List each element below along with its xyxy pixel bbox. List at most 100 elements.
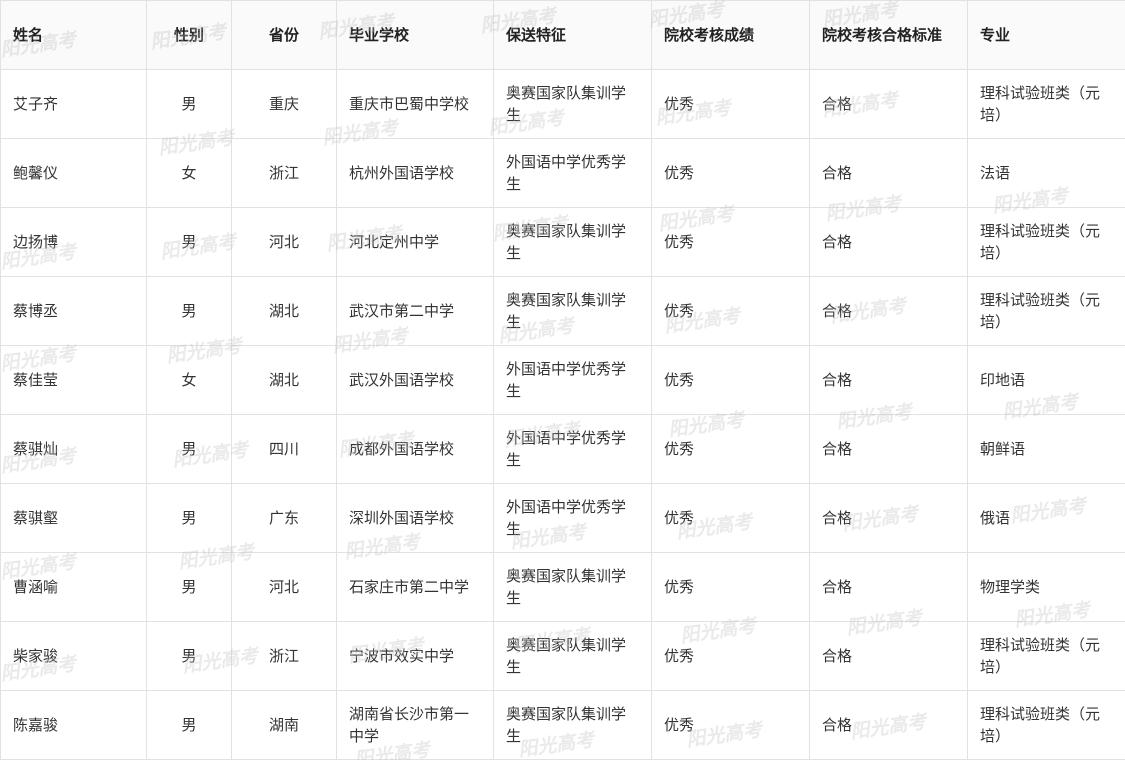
cell-province: 河北 <box>231 207 337 277</box>
cell-major: 朝鲜语 <box>967 414 1125 484</box>
cell-name: 边扬博 <box>0 207 147 277</box>
cell-name: 蔡骐壑 <box>0 483 147 553</box>
cell-gender: 男 <box>146 207 232 277</box>
cell-gender: 男 <box>146 483 232 553</box>
cell-score: 优秀 <box>651 276 810 346</box>
header-feature: 保送特征 <box>493 0 652 70</box>
cell-gender: 男 <box>146 621 232 691</box>
cell-feature: 奥赛国家队集训学生 <box>493 207 652 277</box>
cell-gender: 女 <box>146 138 232 208</box>
cell-feature: 外国语中学优秀学生 <box>493 345 652 415</box>
table-row: 蔡骐灿男四川 成都外国语学校 外国语中学优秀学生 优秀 合格 朝鲜语 <box>0 414 1125 484</box>
cell-standard: 合格 <box>809 621 968 691</box>
cell-standard: 合格 <box>809 552 968 622</box>
cell-score: 优秀 <box>651 552 810 622</box>
cell-standard: 合格 <box>809 483 968 553</box>
cell-score: 优秀 <box>651 690 810 760</box>
cell-score: 优秀 <box>651 345 810 415</box>
cell-school: 河北定州中学 <box>336 207 494 277</box>
cell-score: 优秀 <box>651 414 810 484</box>
cell-standard: 合格 <box>809 414 968 484</box>
cell-name: 鲍馨仪 <box>0 138 147 208</box>
cell-major: 理科试验班类（元培） <box>967 276 1125 346</box>
cell-school: 宁波市效实中学 <box>336 621 494 691</box>
cell-school: 武汉市第二中学 <box>336 276 494 346</box>
cell-gender: 男 <box>146 69 232 139</box>
cell-school: 重庆市巴蜀中学校 <box>336 69 494 139</box>
cell-major: 理科试验班类（元培） <box>967 621 1125 691</box>
cell-feature: 奥赛国家队集训学生 <box>493 690 652 760</box>
table-row: 陈嘉骏男湖南 湖南省长沙市第一中学 奥赛国家队集训学生 优秀 合格 理科试验班类（元培） <box>0 690 1125 760</box>
cell-standard: 合格 <box>809 69 968 139</box>
cell-feature: 奥赛国家队集训学生 <box>493 552 652 622</box>
cell-score: 优秀 <box>651 138 810 208</box>
cell-name: 曹涵喻 <box>0 552 147 622</box>
cell-feature: 外国语中学优秀学生 <box>493 138 652 208</box>
table-header-row: 姓名 性别 省份 毕业学校 保送特征 院校考核成绩 院校考核合格标准 专业 <box>0 0 1125 70</box>
cell-province: 河北 <box>231 552 337 622</box>
header-standard: 院校考核合格标准 <box>809 0 968 70</box>
header-gender: 性别 <box>146 0 232 70</box>
header-school: 毕业学校 <box>336 0 494 70</box>
table-row: 蔡骐壑男广东 深圳外国语学校 外国语中学优秀学生 优秀 合格 俄语 <box>0 483 1125 553</box>
cell-feature: 奥赛国家队集训学生 <box>493 69 652 139</box>
header-score: 院校考核成绩 <box>651 0 810 70</box>
cell-score: 优秀 <box>651 483 810 553</box>
table-row: 蔡博丞男湖北 武汉市第二中学 奥赛国家队集训学生 优秀 合格 理科试验班类（元培） <box>0 276 1125 346</box>
cell-gender: 男 <box>146 690 232 760</box>
cell-school: 武汉外国语学校 <box>336 345 494 415</box>
cell-major: 理科试验班类（元培） <box>967 69 1125 139</box>
cell-major: 法语 <box>967 138 1125 208</box>
table-row: 边扬博男河北 河北定州中学 奥赛国家队集训学生 优秀 合格 理科试验班类（元培） <box>0 207 1125 277</box>
cell-gender: 男 <box>146 276 232 346</box>
cell-school: 深圳外国语学校 <box>336 483 494 553</box>
cell-major: 理科试验班类（元培） <box>967 207 1125 277</box>
cell-province: 湖北 <box>231 276 337 346</box>
cell-province: 湖北 <box>231 345 337 415</box>
cell-school: 湖南省长沙市第一中学 <box>336 690 494 760</box>
cell-major: 理科试验班类（元培） <box>967 690 1125 760</box>
cell-score: 优秀 <box>651 69 810 139</box>
cell-province: 重庆 <box>231 69 337 139</box>
cell-standard: 合格 <box>809 345 968 415</box>
cell-name: 柴家骏 <box>0 621 147 691</box>
cell-feature: 外国语中学优秀学生 <box>493 414 652 484</box>
cell-province: 浙江 <box>231 138 337 208</box>
cell-name: 陈嘉骏 <box>0 690 147 760</box>
cell-school: 石家庄市第二中学 <box>336 552 494 622</box>
cell-feature: 奥赛国家队集训学生 <box>493 276 652 346</box>
cell-school: 杭州外国语学校 <box>336 138 494 208</box>
cell-name: 蔡骐灿 <box>0 414 147 484</box>
cell-province: 四川 <box>231 414 337 484</box>
cell-major: 俄语 <box>967 483 1125 553</box>
cell-province: 广东 <box>231 483 337 553</box>
table-row: 艾子齐男重庆 重庆市巴蜀中学校 奥赛国家队集训学生 优秀 合格 理科试验班类（元培） <box>0 69 1125 139</box>
cell-name: 艾子齐 <box>0 69 147 139</box>
cell-province: 浙江 <box>231 621 337 691</box>
cell-school: 成都外国语学校 <box>336 414 494 484</box>
cell-feature: 外国语中学优秀学生 <box>493 483 652 553</box>
cell-province: 湖南 <box>231 690 337 760</box>
table-row: 柴家骏男浙江 宁波市效实中学 奥赛国家队集训学生 优秀 合格 理科试验班类（元培） <box>0 621 1125 691</box>
cell-major: 印地语 <box>967 345 1125 415</box>
cell-standard: 合格 <box>809 276 968 346</box>
cell-name: 蔡博丞 <box>0 276 147 346</box>
cell-gender: 男 <box>146 414 232 484</box>
cell-score: 优秀 <box>651 621 810 691</box>
cell-standard: 合格 <box>809 207 968 277</box>
cell-feature: 奥赛国家队集训学生 <box>493 621 652 691</box>
cell-gender: 男 <box>146 552 232 622</box>
cell-major: 物理学类 <box>967 552 1125 622</box>
header-province: 省份 <box>231 0 337 70</box>
cell-gender: 女 <box>146 345 232 415</box>
cell-standard: 合格 <box>809 138 968 208</box>
cell-name: 蔡佳莹 <box>0 345 147 415</box>
table-row: 蔡佳莹女湖北 武汉外国语学校 外国语中学优秀学生 优秀 合格 印地语 <box>0 345 1125 415</box>
table-row: 鲍馨仪女浙江 杭州外国语学校 外国语中学优秀学生 优秀 合格 法语 <box>0 138 1125 208</box>
table-row: 曹涵喻男河北 石家庄市第二中学 奥赛国家队集训学生 优秀 合格 物理学类 <box>0 552 1125 622</box>
header-major: 专业 <box>967 0 1125 70</box>
admission-list-table: 姓名 性别 省份 毕业学校 保送特征 院校考核成绩 院校考核合格标准 专业 艾子… <box>0 0 1125 760</box>
cell-standard: 合格 <box>809 690 968 760</box>
header-name: 姓名 <box>0 0 147 70</box>
cell-score: 优秀 <box>651 207 810 277</box>
